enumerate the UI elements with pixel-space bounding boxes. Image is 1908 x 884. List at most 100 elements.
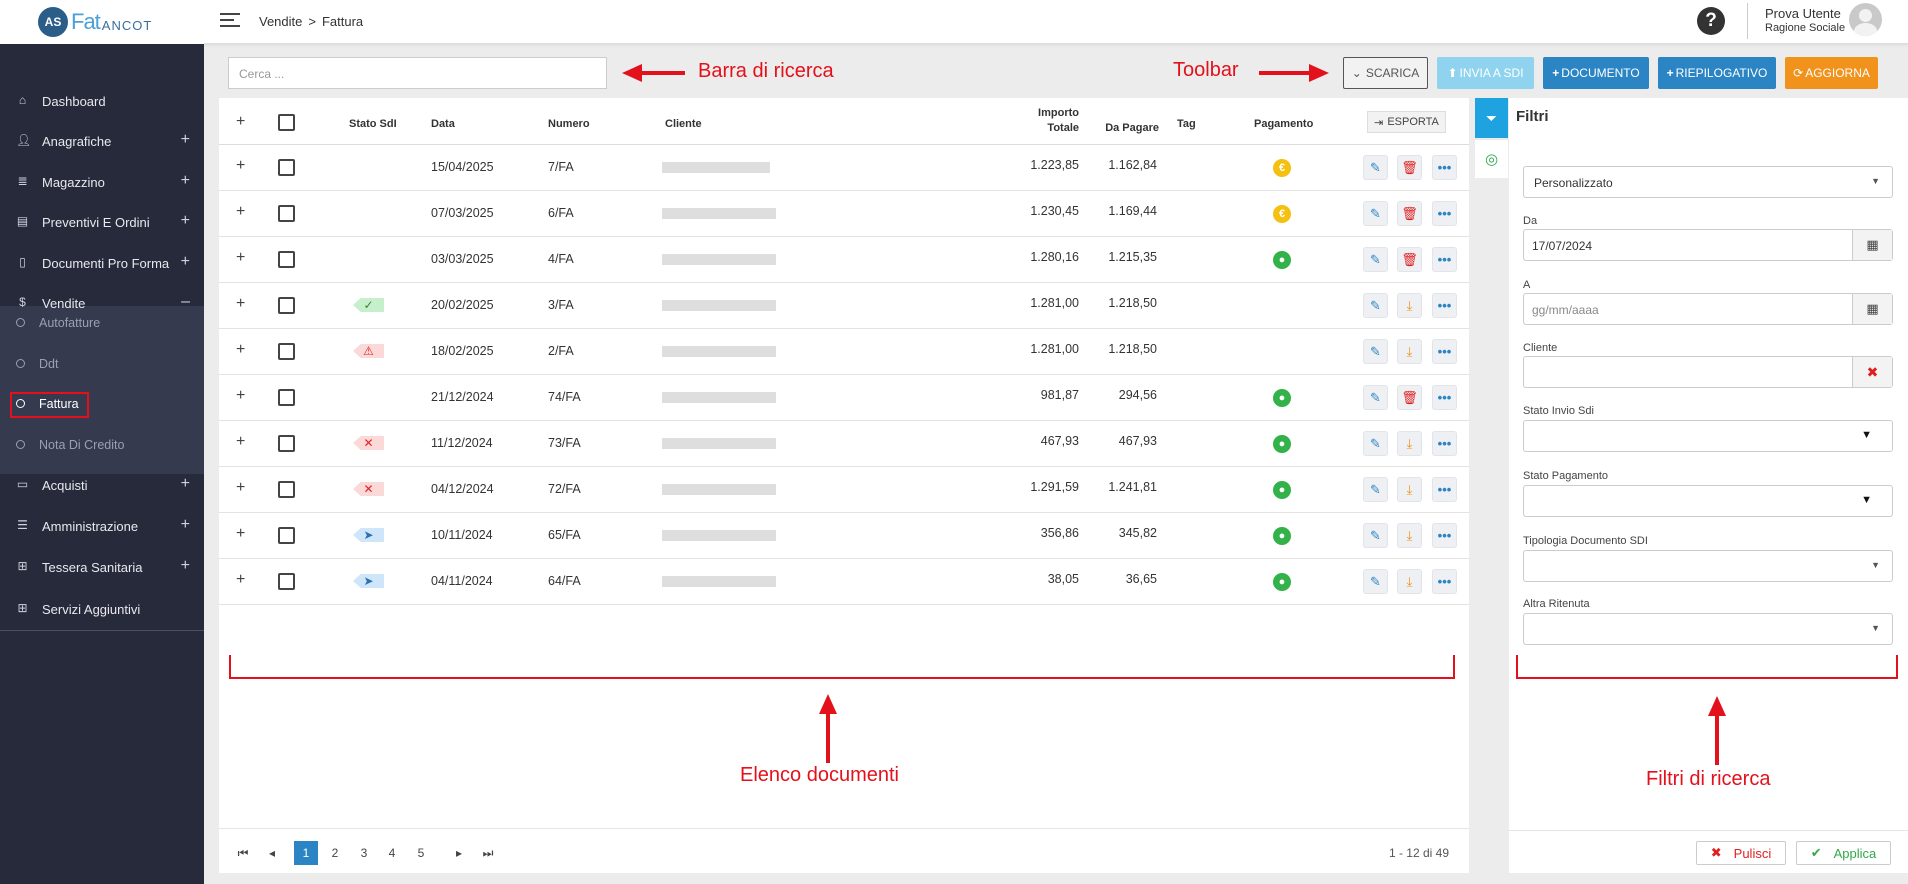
table-row[interactable]: + ✕ 04/12/2024 72/FA 1.291,59 1.241,81 ●… [219,467,1469,513]
more-options-icon[interactable]: ••• [1432,247,1457,272]
page-button-3[interactable]: 3 [352,841,376,865]
sidebar-item-dashboard[interactable]: ⌂ Dashboard [0,81,204,121]
download-icon[interactable]: ⤓ [1397,431,1422,456]
brand-logo[interactable]: AS Fat ANCOT [0,0,204,44]
edit-icon[interactable]: ✎ [1363,201,1388,226]
edit-icon[interactable]: ✎ [1363,523,1388,548]
sidebar-item-servizi-aggiuntivi[interactable]: ⊞ Servizi Aggiuntivi [0,589,204,629]
expand-plus-icon[interactable]: + [181,253,190,271]
filter-icon[interactable]: ⏷ [1475,98,1508,138]
row-checkbox[interactable] [278,297,295,314]
cliente-field[interactable]: ✖ [1523,356,1893,388]
first-page-icon[interactable]: ⏮ [231,841,255,865]
table-row[interactable]: + 07/03/2025 6/FA 1.230,45 1.169,44 € ✎ … [219,191,1469,237]
edit-icon[interactable]: ✎ [1363,247,1388,272]
delete-icon[interactable]: 🗑︎ [1397,201,1422,226]
expand-row-icon[interactable]: + [236,387,245,405]
delete-icon[interactable]: 🗑︎ [1397,155,1422,180]
expand-all-icon[interactable]: + [236,113,245,131]
delete-icon[interactable]: 🗑︎ [1397,247,1422,272]
calendar-icon[interactable]: ▦ [1852,230,1892,260]
expand-row-icon[interactable]: + [236,295,245,313]
header-numero[interactable]: Numero [548,118,590,130]
edit-icon[interactable]: ✎ [1363,155,1388,180]
header-totale[interactable]: Totale [1009,122,1079,134]
more-options-icon[interactable]: ••• [1432,201,1457,226]
expand-row-icon[interactable]: + [236,249,245,267]
expand-plus-icon[interactable]: + [181,475,190,493]
expand-plus-icon[interactable]: + [181,516,190,534]
delete-icon[interactable]: 🗑︎ [1397,385,1422,410]
header-stato-sdi[interactable]: Stato SdI [349,118,397,130]
row-checkbox[interactable] [278,205,295,222]
download-icon[interactable]: ⤓ [1397,293,1422,318]
add-documento-button[interactable]: + DOCUMENTO [1543,57,1649,89]
sidebar-item-anagrafiche[interactable]: 👤︎ Anagrafiche + [0,121,204,161]
aggiorna-button[interactable]: ⟳ AGGIORNA [1785,57,1878,89]
sidebar-item-amministrazione[interactable]: ☰ Amministrazione + [0,506,204,546]
table-row[interactable]: + 03/03/2025 4/FA 1.280,16 1.215,35 ● ✎ … [219,237,1469,283]
sidebar-subitem-nota-credito[interactable]: Nota Di Credito [0,425,204,465]
expand-plus-icon[interactable]: + [181,212,190,230]
sidebar-subitem-autofatture[interactable]: Autofatture [0,303,204,343]
expand-row-icon[interactable]: + [236,341,245,359]
download-icon[interactable]: ⤓ [1397,523,1422,548]
a-date-field[interactable]: gg/mm/aaaa ▦ [1523,293,1893,325]
search-input[interactable]: Cerca ... [228,57,607,89]
page-button-5[interactable]: 5 [409,841,433,865]
add-riepilogativo-button[interactable]: + RIEPILOGATIVO [1658,57,1776,89]
lifebuoy-icon[interactable]: ◎ [1475,140,1508,178]
row-checkbox[interactable] [278,159,295,176]
expand-plus-icon[interactable]: + [181,172,190,190]
breadcrumb-section[interactable]: Vendite [259,14,302,29]
ritenuta-select[interactable]: ▼ [1523,613,1893,645]
more-options-icon[interactable]: ••• [1432,477,1457,502]
table-row[interactable]: + ➤ 04/11/2024 64/FA 38,05 36,65 ● ✎ ⤓ •… [219,559,1469,605]
more-options-icon[interactable]: ••• [1432,293,1457,318]
avatar[interactable] [1849,3,1882,36]
more-options-icon[interactable]: ••• [1432,339,1457,364]
row-checkbox[interactable] [278,481,295,498]
da-date-field[interactable]: 17/07/2024 ▦ [1523,229,1893,261]
next-page-icon[interactable]: ▸ [447,841,471,865]
more-options-icon[interactable]: ••• [1432,431,1457,456]
invia-sdi-button[interactable]: ⬆ INVIA A SDI [1437,57,1534,89]
edit-icon[interactable]: ✎ [1363,385,1388,410]
row-checkbox[interactable] [278,435,295,452]
sidebar-item-magazzino[interactable]: ≣ Magazzino + [0,162,204,202]
header-cliente[interactable]: Cliente [665,118,702,130]
sidebar-subitem-ddt[interactable]: Ddt [0,344,204,384]
stato-pagamento-select[interactable]: ▼ [1523,485,1893,517]
select-all-checkbox[interactable] [278,114,295,131]
edit-icon[interactable]: ✎ [1363,339,1388,364]
esporta-button[interactable]: ⇥ ESPORTA [1367,111,1446,133]
download-icon[interactable]: ⤓ [1397,569,1422,594]
header-pagamento[interactable]: Pagamento [1254,118,1313,130]
more-options-icon[interactable]: ••• [1432,569,1457,594]
expand-row-icon[interactable]: + [236,433,245,451]
table-row[interactable]: + ✓ 20/02/2025 3/FA 1.281,00 1.218,50 ✎ … [219,283,1469,329]
table-row[interactable]: + ⚠ 18/02/2025 2/FA 1.281,00 1.218,50 ✎ … [219,329,1469,375]
calendar-icon[interactable]: ▦ [1852,294,1892,324]
table-row[interactable]: + ➤ 10/11/2024 65/FA 356,86 345,82 ● ✎ ⤓… [219,513,1469,559]
expand-plus-icon[interactable]: + [181,557,190,575]
stato-invio-select[interactable]: ▼ [1523,420,1893,452]
row-checkbox[interactable] [278,389,295,406]
table-row[interactable]: + ✕ 11/12/2024 73/FA 467,93 467,93 ● ✎ ⤓… [219,421,1469,467]
download-icon[interactable]: ⤓ [1397,477,1422,502]
scarica-button[interactable]: ⌄ SCARICA [1343,57,1428,89]
periodo-select[interactable]: Personalizzato ▼ [1523,166,1893,198]
expand-row-icon[interactable]: + [236,479,245,497]
page-button-1[interactable]: 1 [294,841,318,865]
table-row[interactable]: + 15/04/2025 7/FA 1.223,85 1.162,84 € ✎ … [219,145,1469,191]
menu-toggle-icon[interactable] [220,13,240,31]
row-checkbox[interactable] [278,343,295,360]
last-page-icon[interactable]: ⏭ [476,841,500,865]
edit-icon[interactable]: ✎ [1363,569,1388,594]
header-importo[interactable]: Importo [1009,107,1079,119]
row-checkbox[interactable] [278,573,295,590]
help-icon[interactable]: ? [1697,7,1725,35]
sidebar-item-tessera-sanitaria[interactable]: ⊞ Tessera Sanitaria + [0,547,204,587]
expand-plus-icon[interactable]: + [181,131,190,149]
tipologia-select[interactable]: ▼ [1523,550,1893,582]
